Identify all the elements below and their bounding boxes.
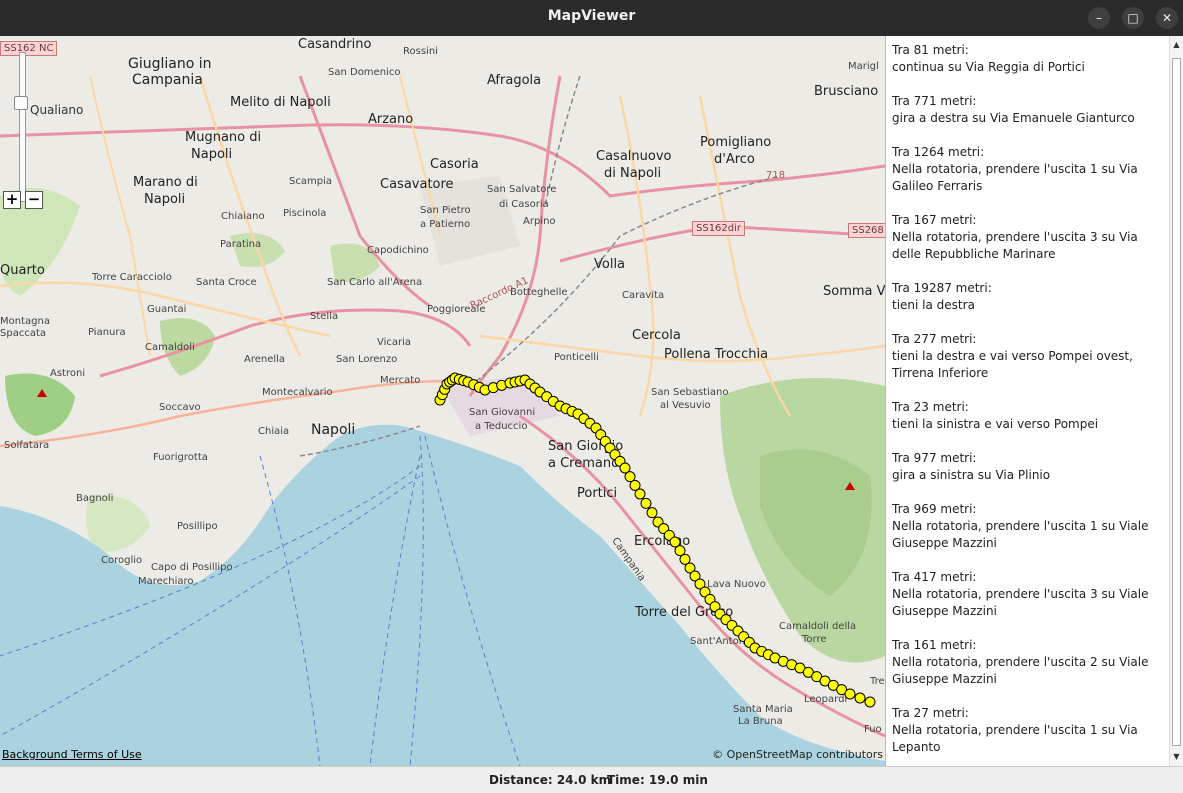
route-point-marker xyxy=(640,497,652,509)
window-title: MapViewer xyxy=(547,8,636,24)
instruction-distance: Tra 23 metri: xyxy=(892,400,969,414)
map-attribution: © OpenStreetMap contributors xyxy=(712,748,883,761)
instruction-item: Tra 1264 metri: Nella rotatoria, prendere… xyxy=(892,144,1168,195)
close-button[interactable]: ✕ xyxy=(1156,7,1178,29)
instruction-item: Tra 81 metri: continua su Via Reggia di P… xyxy=(892,42,1168,76)
distance-readout: Distance: 24.0 km xyxy=(489,773,612,787)
directions-panel[interactable]: Tra 81 metri: continua su Via Reggia di P… xyxy=(885,36,1183,766)
instruction-distance: Tra 977 metri: xyxy=(892,451,977,465)
instruction-item: Tra 161 metri: Nella rotatoria, prendere … xyxy=(892,637,1168,688)
scroll-up-icon[interactable]: ▲ xyxy=(1170,38,1183,52)
maximize-button[interactable]: □ xyxy=(1122,7,1144,29)
instruction-text: Nella rotatoria, prendere l'uscita 1 su … xyxy=(892,162,1138,193)
instruction-text: Nella rotatoria, prendere l'uscita 3 su … xyxy=(892,230,1138,261)
zoom-slider[interactable] xyxy=(19,52,26,202)
time-readout: Time: 19.0 min xyxy=(607,773,708,787)
instruction-text: gira a sinistra su Via Plinio xyxy=(892,468,1051,482)
instruction-distance: Tra 417 metri: xyxy=(892,570,977,584)
scroll-down-icon[interactable]: ▼ xyxy=(1170,750,1183,764)
route-point-marker xyxy=(634,488,646,500)
directions-list: Tra 81 metri: continua su Via Reggia di P… xyxy=(892,42,1168,766)
instruction-text: Nella rotatoria, prendere l'uscita 2 su … xyxy=(892,655,1149,686)
instruction-distance: Tra 27 metri: xyxy=(892,706,969,720)
instruction-distance: Tra 161 metri: xyxy=(892,638,977,652)
route-point-marker xyxy=(844,688,856,700)
status-bar: Distance: 24.0 km Time: 19.0 min xyxy=(0,766,1183,793)
minimize-button[interactable]: – xyxy=(1088,7,1110,29)
instruction-text: tieni la destra e vai verso Pompei ovest… xyxy=(892,349,1133,380)
instruction-item: Tra 167 metri: Nella rotatoria, prendere … xyxy=(892,212,1168,263)
instruction-distance: Tra 969 metri: xyxy=(892,502,977,516)
scrollbar-thumb[interactable] xyxy=(1172,58,1181,746)
title-bar: MapViewer – □ ✕ xyxy=(0,0,1183,36)
instruction-item: Tra 27 metri: Nella rotatoria, prendere l… xyxy=(892,705,1168,756)
route-point-marker xyxy=(864,696,876,708)
route-markers xyxy=(434,372,876,708)
instruction-distance: Tra 1264 metri: xyxy=(892,145,985,159)
instruction-text: gira a destra su Via Emanuele Gianturco xyxy=(892,111,1135,125)
zoom-in-button[interactable]: + xyxy=(3,191,21,209)
map-view[interactable]: Casandrino Rossini Giugliano in Campania… xyxy=(0,36,885,766)
zoom-out-button[interactable]: − xyxy=(25,191,43,209)
instruction-item: Tra 977 metri: gira a sinistra su Via Pli… xyxy=(892,450,1168,484)
instruction-text: tieni la destra xyxy=(892,298,975,312)
instruction-distance: Tra 167 metri: xyxy=(892,213,977,227)
instruction-item: Tra 277 metri: tieni la destra e vai vers… xyxy=(892,331,1168,382)
instruction-item: Tra 23 metri: tieni la sinistra e vai ver… xyxy=(892,399,1168,433)
instruction-text: continua su Via Reggia di Portici xyxy=(892,60,1085,74)
route-point-marker xyxy=(646,507,658,519)
instruction-text: Nella rotatoria, prendere l'uscita 1 su … xyxy=(892,723,1138,754)
instruction-item: Tra 19287 metri: tieni la destra xyxy=(892,280,1168,314)
instruction-text: Nella rotatoria, prendere l'uscita 3 su … xyxy=(892,587,1149,618)
zoom-slider-knob[interactable] xyxy=(14,96,28,110)
panel-scrollbar[interactable]: ▲ ▼ xyxy=(1169,36,1183,766)
instruction-item: Tra 771 metri: gira a destra su Via Emanu… xyxy=(892,93,1168,127)
instruction-distance: Tra 277 metri: xyxy=(892,332,977,346)
instruction-text: tieni la sinistra e vai verso Pompei xyxy=(892,417,1099,431)
route-point-marker xyxy=(854,692,866,704)
instruction-text: Nella rotatoria, prendere l'uscita 1 su … xyxy=(892,519,1149,550)
instruction-item: Tra 417 metri: Nella rotatoria, prendere … xyxy=(892,569,1168,620)
instruction-distance: Tra 19287 metri: xyxy=(892,281,992,295)
terms-of-use-link[interactable]: Background Terms of Use xyxy=(2,748,142,761)
instruction-distance: Tra 771 metri: xyxy=(892,94,977,108)
instruction-item: Tra 969 metri: Nella rotatoria, prendere … xyxy=(892,501,1168,552)
instruction-distance: Tra 81 metri: xyxy=(892,43,969,57)
